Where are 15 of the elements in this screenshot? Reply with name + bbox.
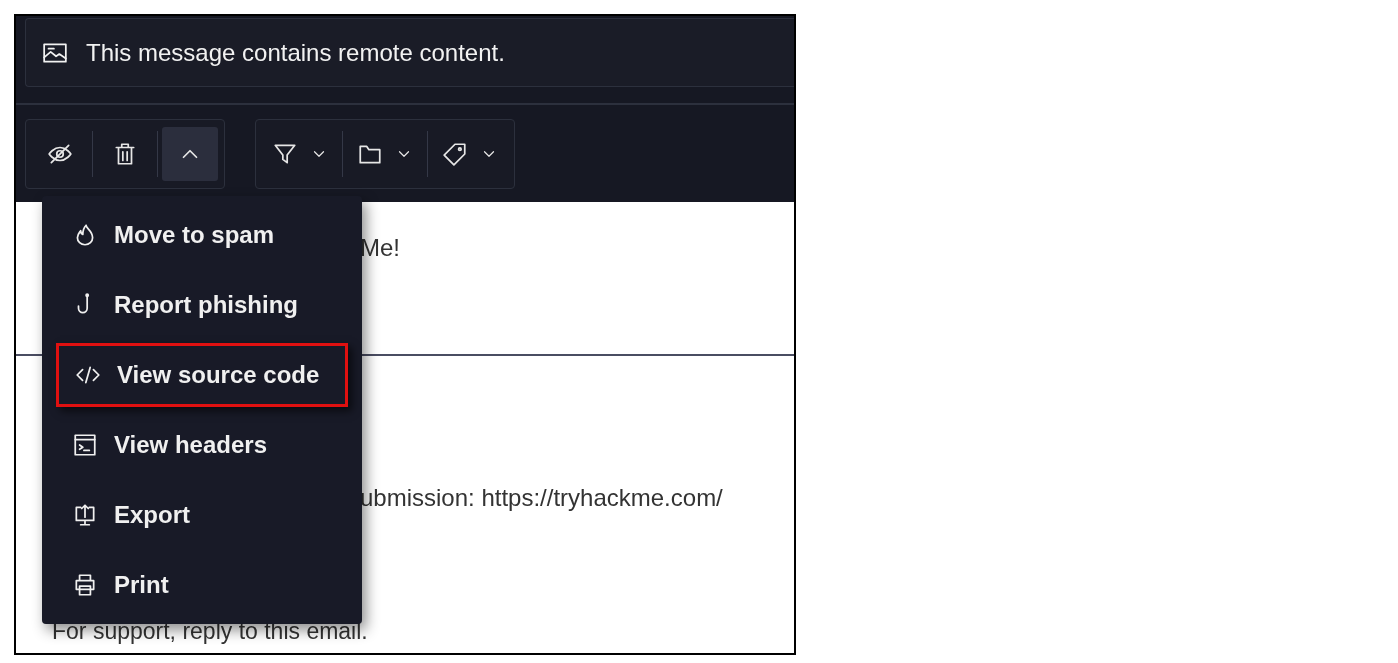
printer-icon	[72, 572, 98, 598]
menu-item[interactable]: Report phishing	[42, 270, 362, 340]
menu-item[interactable]: Print	[42, 550, 362, 620]
menu-item[interactable]: Move to spam	[42, 200, 362, 270]
trash-icon	[112, 141, 138, 167]
message-text: ubmission: https://tryhackme.com/	[360, 484, 723, 512]
tag-icon	[442, 141, 468, 167]
menu-item[interactable]: Export	[42, 480, 362, 550]
message-text: Me!	[360, 234, 400, 262]
menu-item[interactable]: View headers	[42, 410, 362, 480]
eye-slash-icon	[47, 141, 73, 167]
menu-item[interactable]: View source code	[56, 343, 348, 407]
upload-monitor-icon	[72, 502, 98, 528]
terminal-window-icon	[72, 432, 98, 458]
banner-text: This message contains remote content.	[86, 38, 505, 67]
